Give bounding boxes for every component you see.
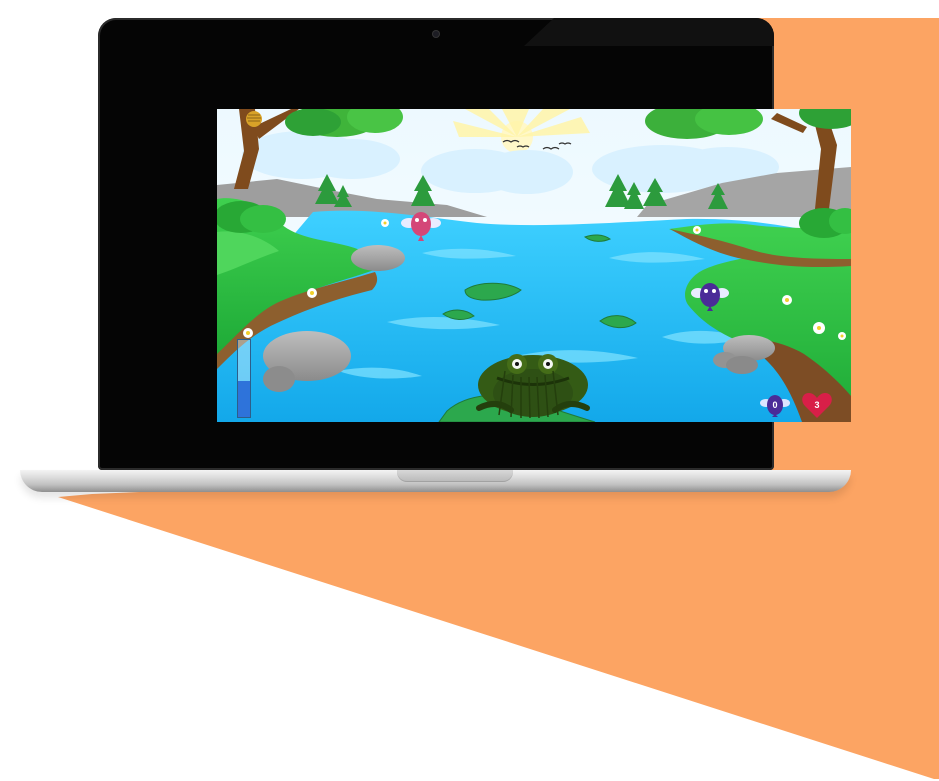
laptop-screen-bezel: 0 3 <box>98 18 851 470</box>
tongue-meter-fill <box>238 380 250 417</box>
game-promo-stage: 0 3 <box>0 0 939 781</box>
laptop-base <box>20 470 851 492</box>
laptop-notch <box>397 470 513 482</box>
score-badge: 0 <box>759 393 791 417</box>
pond-scene <box>217 109 851 422</box>
tongue-meter <box>237 339 251 418</box>
game-screen[interactable]: 0 3 <box>217 109 851 422</box>
lives-badge: 3 <box>801 391 833 419</box>
screen-glare <box>524 18 774 46</box>
webcam-icon <box>432 30 440 38</box>
score-value: 0 <box>772 399 778 410</box>
lives-value: 3 <box>814 399 820 410</box>
